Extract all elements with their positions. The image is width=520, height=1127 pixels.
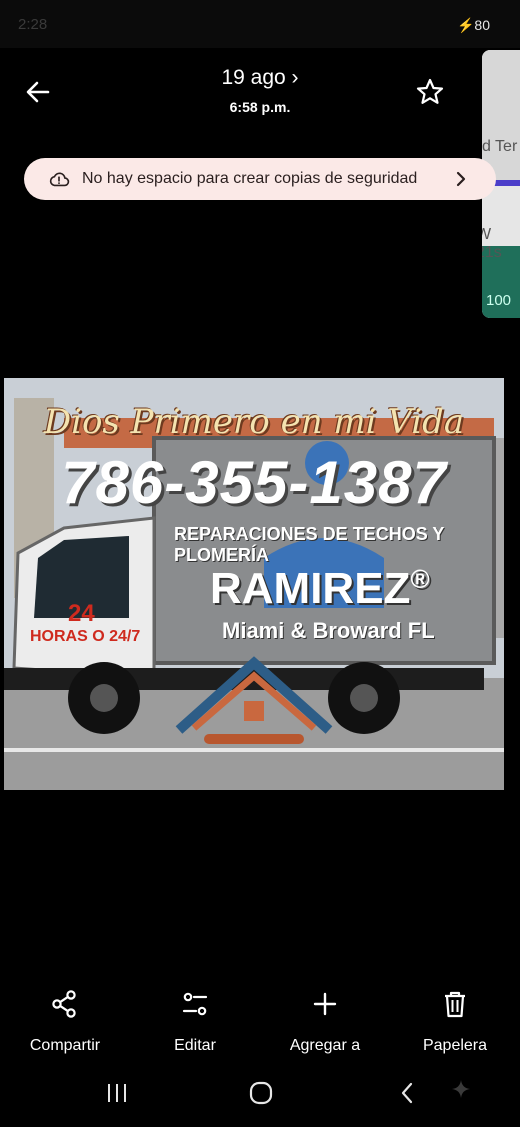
photo-text-area: Miami & Broward FL xyxy=(222,618,435,643)
photo-text-phone: 786-355-1387 xyxy=(61,449,447,516)
share-label: Compartir xyxy=(29,1037,101,1054)
photo-text-title: Dios Primero en mi Vida xyxy=(43,402,465,442)
edit-button[interactable]: Editar xyxy=(135,988,255,1055)
photo-text-name-label: RAMIREZ xyxy=(210,564,411,613)
status-time: 2:28 xyxy=(18,16,48,33)
add-to-button[interactable]: Agregar a xyxy=(265,988,385,1055)
banner-message: No hay espacio para crear copias de segu… xyxy=(82,170,418,187)
status-bar: 2:28 ⚡80 xyxy=(0,0,520,48)
trash-button[interactable]: Papelera xyxy=(395,988,515,1055)
registered-mark-icon: ® xyxy=(410,564,430,594)
overlay-map-area xyxy=(482,50,520,180)
edit-icon xyxy=(182,992,208,1016)
date-label: 19 ago xyxy=(221,66,286,89)
trash-label: Papelera xyxy=(422,1037,488,1054)
backup-warning-banner[interactable]: No hay espacio para crear copias de segu… xyxy=(24,158,496,200)
system-nav-bar xyxy=(0,1066,520,1127)
chevron-right-icon xyxy=(456,171,466,187)
overlay-text-distance: 100 xyxy=(486,292,512,309)
edit-label: Editar xyxy=(174,1037,216,1054)
assistant-sparkle-icon[interactable] xyxy=(452,1080,470,1098)
overlay-text-street2: W 21s xyxy=(482,226,502,261)
trash-icon xyxy=(445,991,465,1018)
add-icon xyxy=(313,992,337,1016)
recent-apps-icon[interactable] xyxy=(104,1082,130,1104)
photo-text-24: 24 xyxy=(68,600,95,627)
battery-level: 80 xyxy=(474,17,490,33)
chevron-right-icon: › xyxy=(291,66,299,89)
photo-text-name: RAMIREZ® xyxy=(210,564,430,614)
share-button[interactable]: Compartir xyxy=(5,988,125,1055)
back-nav-icon[interactable] xyxy=(398,1081,416,1105)
photo-text-service: REPARACIONES DE TECHOS Y PLOMERÍA xyxy=(174,524,445,565)
home-icon[interactable] xyxy=(249,1081,273,1105)
share-icon xyxy=(52,990,76,1018)
favorite-star-icon[interactable] xyxy=(414,76,446,108)
photo-image[interactable]: Dios Primero en mi Vida 786-355-1387 REP… xyxy=(4,378,504,790)
overlay-text-street: d Ter xyxy=(482,138,518,155)
cloud-alert-icon xyxy=(49,172,70,187)
add-to-label: Agregar a xyxy=(289,1037,361,1054)
battery-indicator: ⚡80 xyxy=(456,17,490,33)
photo-text-hours: HORAS O 24/7 xyxy=(30,628,141,645)
